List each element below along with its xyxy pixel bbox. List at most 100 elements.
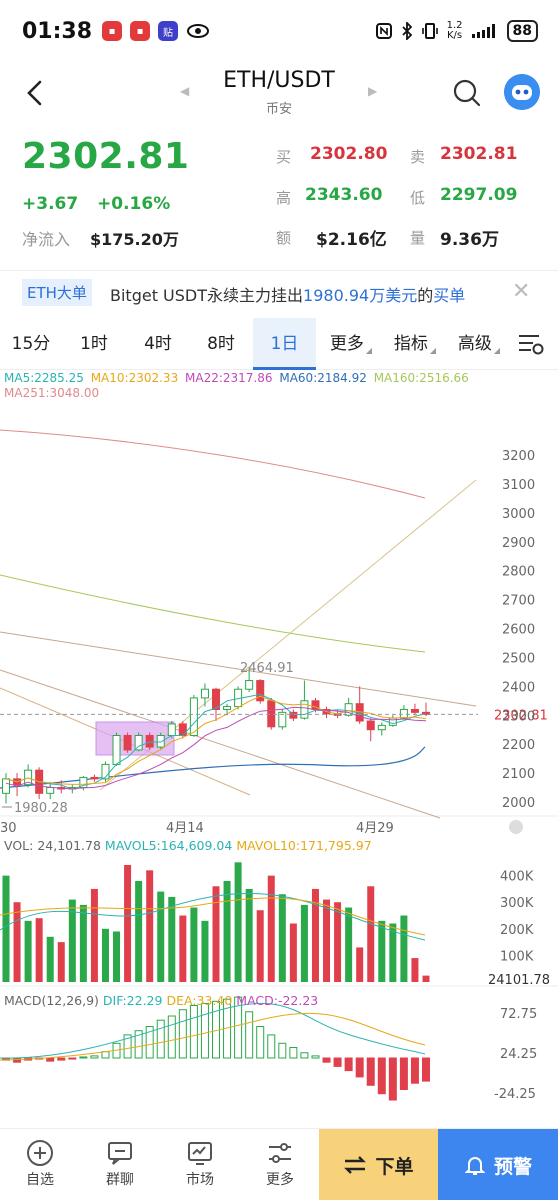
price-axis-label: 2900 xyxy=(502,536,535,551)
price-axis-label: 2600 xyxy=(502,623,535,638)
candle-body xyxy=(399,708,408,719)
volume-bar xyxy=(323,899,331,982)
battery-indicator: 88 xyxy=(506,20,538,42)
bottom-nav: 自选 群聊 市场 更多 下单 预警 xyxy=(0,1128,558,1200)
banner-tag: ETH大单 xyxy=(22,279,92,306)
volume-axis-label: 400K xyxy=(500,870,534,885)
volume-bar xyxy=(101,928,109,982)
volume-bar xyxy=(356,947,364,982)
price-axis-label: 2500 xyxy=(502,651,535,666)
volume-value: 9.36万 xyxy=(440,230,499,250)
candle-body xyxy=(167,723,176,736)
price-axis-label: 2400 xyxy=(502,680,535,695)
volume-axis-label: 300K xyxy=(500,896,534,911)
net-inflow-value: $175.20万 xyxy=(90,230,179,249)
candle-body xyxy=(134,734,143,751)
kline-chart[interactable]: 2302.81320031003000290028002700260025002… xyxy=(0,370,558,1125)
large-order-banner[interactable]: ETH大单 Bitget USDT永续主力挂出1980.94万美元的买单 ✕ xyxy=(0,270,558,314)
candle-body xyxy=(377,724,386,731)
price-axis-label: 3200 xyxy=(502,449,535,464)
close-icon[interactable]: ✕ xyxy=(512,279,530,304)
volume-bar xyxy=(378,920,386,982)
macd-histogram-bar xyxy=(355,1057,364,1078)
volume-axis-label: 100K xyxy=(500,949,534,964)
tab-advanced[interactable]: 高级 ◢ xyxy=(448,318,510,370)
macd-histogram-bar xyxy=(79,1056,88,1059)
volume-bar xyxy=(146,870,154,982)
app-notification-icon: 贴 xyxy=(158,21,179,41)
macd-histogram-bar xyxy=(410,1057,419,1084)
macd-histogram-bar xyxy=(344,1057,353,1072)
price-axis-label: 2800 xyxy=(502,565,535,580)
tab-indicators[interactable]: 指标 ◢ xyxy=(384,318,446,370)
macd-legend: MACD(12,26,9) DIF:22.29 DEA:33.40 MACD:-… xyxy=(4,993,318,1008)
macd-histogram-bar xyxy=(167,1015,176,1059)
volume-bar xyxy=(422,975,430,982)
price-alert-button[interactable]: 预警 xyxy=(438,1129,558,1200)
price-axis-label: 2300 xyxy=(502,709,535,724)
status-time: 01:38 xyxy=(22,18,93,44)
bell-icon xyxy=(464,1157,486,1175)
nav-more[interactable]: 更多 xyxy=(240,1129,320,1200)
volume-bar xyxy=(35,918,43,982)
candle-body xyxy=(245,680,254,690)
ma251-line xyxy=(0,429,426,499)
ask-value: 2302.81 xyxy=(440,144,518,164)
nav-market[interactable]: 市场 xyxy=(160,1129,240,1200)
macd-histogram-bar xyxy=(322,1057,331,1063)
assistant-robot-icon[interactable] xyxy=(504,74,540,110)
tab-1h[interactable]: 1时 xyxy=(62,318,126,370)
macd-histogram-bar xyxy=(256,1026,265,1059)
macd-params-label: MACD(12,26,9) xyxy=(4,993,99,1008)
low-label: 低 xyxy=(410,189,426,207)
search-icon[interactable] xyxy=(452,78,482,108)
chart-settings-icon[interactable] xyxy=(518,332,544,356)
volume-bar xyxy=(289,923,297,982)
volume-bar xyxy=(245,888,253,982)
tab-15m[interactable]: 15分 xyxy=(0,318,62,370)
macd-histogram-bar xyxy=(101,1051,110,1059)
macd-histogram-bar xyxy=(300,1052,309,1059)
amount-value: $2.16亿 xyxy=(316,230,387,250)
volume-bar xyxy=(90,888,98,982)
chat-icon xyxy=(108,1142,132,1165)
next-pair-arrow[interactable]: ▶ xyxy=(368,84,377,98)
up-arrow-icon: ↗ xyxy=(168,152,182,171)
signal-icon xyxy=(471,24,495,38)
macd-histogram-bar xyxy=(289,1047,298,1059)
more-sliders-icon xyxy=(269,1143,291,1163)
price-axis-label: 2000 xyxy=(502,796,535,811)
ma60-line xyxy=(0,746,426,789)
volume-bar xyxy=(2,875,10,982)
vol-label: VOL: 24,101.78 xyxy=(4,838,101,853)
tab-1d[interactable]: 1日 xyxy=(253,318,316,370)
place-order-button[interactable]: 下单 xyxy=(319,1129,438,1200)
low-value: 2297.09 xyxy=(440,185,518,205)
price-axis-label: 3000 xyxy=(502,507,535,522)
macd-histogram-bar xyxy=(311,1055,320,1059)
macd-histogram-bar xyxy=(245,1011,254,1059)
price-axis-label: 2200 xyxy=(502,738,535,753)
volume-bar xyxy=(157,891,165,982)
tab-4h[interactable]: 4时 xyxy=(126,318,190,370)
nav-watchlist[interactable]: 自选 xyxy=(0,1129,80,1200)
low-price-marker: 1980.28 xyxy=(14,801,68,816)
nfc-icon xyxy=(375,23,392,39)
candle-body xyxy=(46,787,55,794)
volume-bar xyxy=(190,907,198,982)
macd-histogram-bar xyxy=(333,1057,342,1067)
app-notification-icon: ▪ xyxy=(130,21,151,41)
net-speed: 1.2 K/s xyxy=(446,20,463,41)
nav-chat[interactable]: 群聊 xyxy=(80,1129,160,1200)
tab-8h[interactable]: 8时 xyxy=(190,318,252,370)
tab-more[interactable]: 更多 ◢ xyxy=(320,318,382,370)
dea-label: DEA:33.40 xyxy=(166,993,233,1008)
market-chart-icon xyxy=(188,1142,212,1165)
bid-label: 买 xyxy=(276,148,292,166)
macd-histogram-bar xyxy=(68,1057,77,1060)
macd-histogram-bar xyxy=(90,1055,99,1059)
amount-label: 额 xyxy=(276,229,292,247)
nav-bar: ◀ ETH/USDT 币安 ▶ xyxy=(0,62,558,124)
volume-bar xyxy=(223,880,231,982)
macd-histogram-bar xyxy=(377,1057,386,1095)
